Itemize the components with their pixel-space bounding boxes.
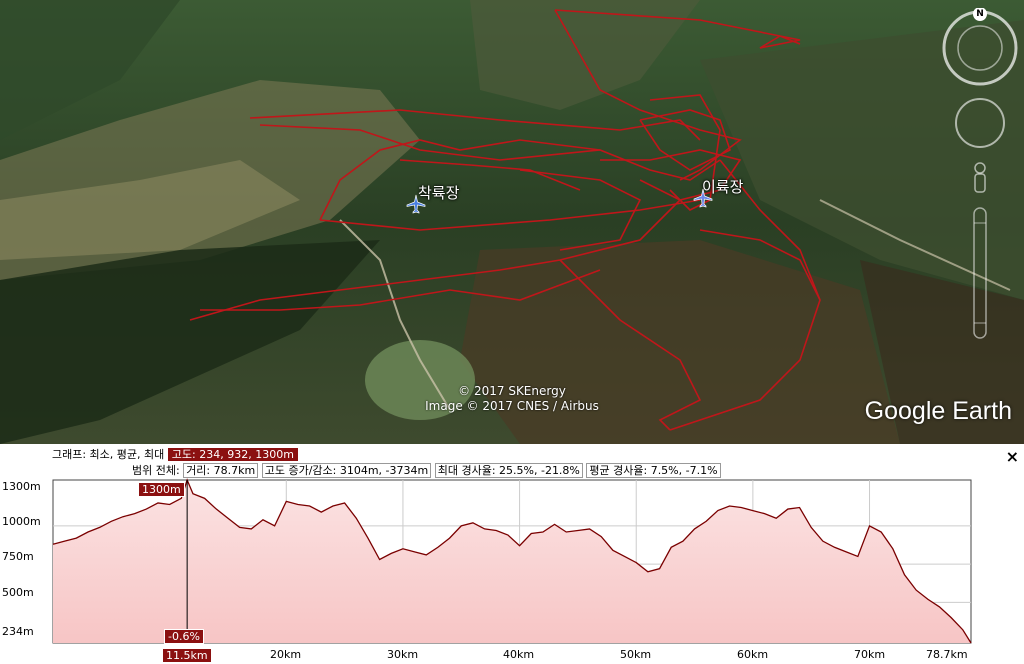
x-tick-label: 20km	[270, 648, 302, 661]
zoom-slider[interactable]	[973, 207, 987, 339]
compass-north-label: N	[976, 9, 984, 19]
x-tick-label: 40km	[503, 648, 535, 661]
x-tick-label: 11.5km	[162, 648, 212, 663]
attribution-imagery: Image © 2017 CNES / Airbus	[425, 399, 599, 413]
street-view-pegman-icon[interactable]	[974, 162, 986, 193]
x-tick-label: 70km	[854, 648, 886, 661]
google-earth-logo: Google Earth	[864, 397, 1012, 425]
cursor-elevation-label: 1300m	[138, 482, 185, 497]
terrain-imagery	[0, 0, 1024, 444]
x-tick-label: 30km	[387, 648, 419, 661]
attribution-text: © 2017 SKEnergy Image © 2017 CNES / Airb…	[412, 384, 612, 414]
airplane-icon[interactable]	[406, 194, 426, 214]
cursor-slope-label: -0.6%	[164, 629, 204, 644]
x-tick-label: 78.7km	[926, 648, 968, 661]
navigation-controls: N	[940, 7, 1018, 348]
x-tick-label: 50km	[620, 648, 652, 661]
look-control[interactable]	[955, 98, 1005, 148]
satellite-map-view[interactable]: 착륙장 이륙장 © 2017 SKEnergy Image © 2017 CNE…	[0, 0, 1024, 444]
elevation-chart[interactable]	[0, 444, 1024, 664]
x-tick-label: 60km	[737, 648, 769, 661]
attribution-copyright: © 2017 SKEnergy	[458, 384, 566, 398]
elevation-profile-panel: 그래프: 최소, 평균, 최대 고도: 234, 932, 1300m 범위 전…	[0, 444, 1024, 664]
airplane-icon[interactable]	[693, 188, 713, 208]
